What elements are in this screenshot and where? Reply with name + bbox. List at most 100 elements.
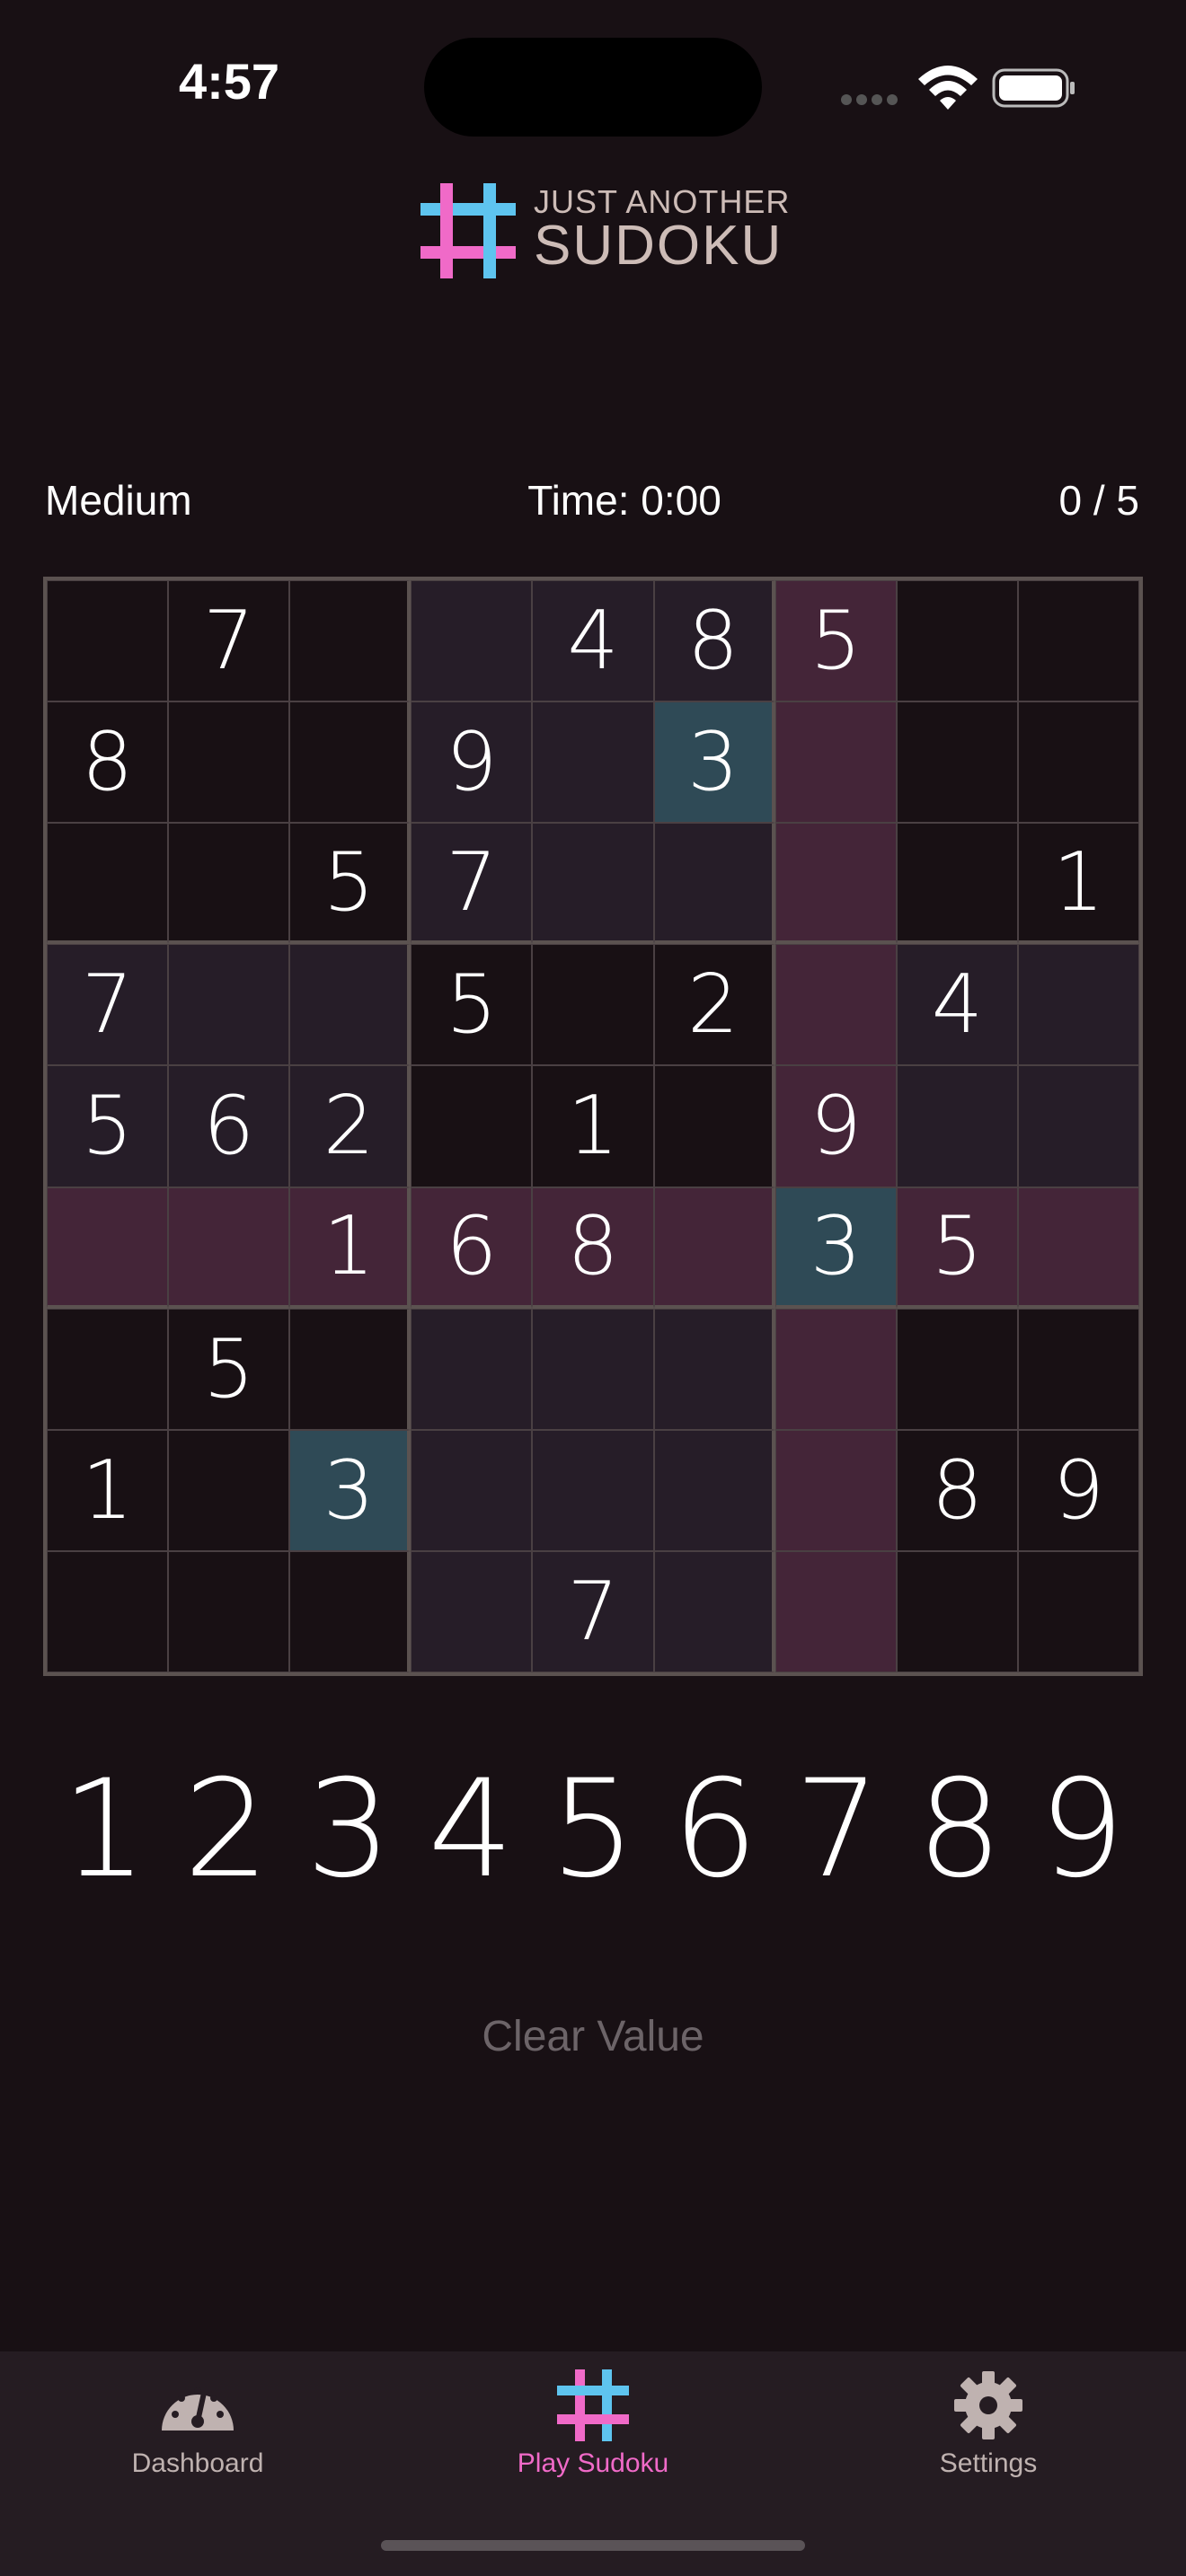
sudoku-cell-r5c9[interactable] <box>1017 1065 1139 1187</box>
sudoku-cell-r5c6[interactable] <box>653 1065 775 1187</box>
sudoku-cell-r9c6[interactable] <box>653 1550 775 1672</box>
sudoku-cell-r9c4[interactable] <box>411 1550 533 1672</box>
sudoku-cell-r1c3[interactable] <box>289 580 412 702</box>
sudoku-cell-r1c9[interactable] <box>1017 580 1139 702</box>
sudoku-cell-r8c7[interactable] <box>774 1429 897 1551</box>
tab-dashboard[interactable]: Dashboard <box>90 2369 305 2479</box>
sudoku-cell-r2c1[interactable]: 8 <box>47 701 169 824</box>
sudoku-cell-r5c4[interactable] <box>411 1065 533 1187</box>
sudoku-cell-r4c9[interactable] <box>1017 944 1139 1066</box>
sudoku-cell-r7c6[interactable] <box>653 1308 775 1430</box>
sudoku-cell-r2c6[interactable]: 3 <box>653 701 775 824</box>
sudoku-cell-r5c3[interactable]: 2 <box>289 1065 412 1187</box>
sudoku-cell-r1c6[interactable]: 8 <box>653 580 775 702</box>
sudoku-cell-r6c2[interactable] <box>168 1187 290 1309</box>
sudoku-cell-r7c9[interactable] <box>1017 1308 1139 1430</box>
sudoku-cell-r6c6[interactable] <box>653 1187 775 1309</box>
sudoku-cell-r3c2[interactable] <box>168 823 290 945</box>
sudoku-cell-r8c6[interactable] <box>653 1429 775 1551</box>
sudoku-cell-r3c8[interactable] <box>896 823 1018 945</box>
sudoku-cell-r3c3[interactable]: 5 <box>289 823 412 945</box>
sudoku-cell-r6c4[interactable]: 6 <box>411 1187 533 1309</box>
sudoku-cell-r7c4[interactable] <box>411 1308 533 1430</box>
sudoku-cell-r4c7[interactable] <box>774 944 897 1066</box>
sudoku-cell-r1c4[interactable] <box>411 580 533 702</box>
sudoku-cell-r4c8[interactable]: 4 <box>896 944 1018 1066</box>
sudoku-cell-r3c9[interactable]: 1 <box>1017 823 1139 945</box>
tab-settings[interactable]: Settings <box>881 2369 1096 2479</box>
sudoku-cell-r8c3[interactable]: 3 <box>289 1429 412 1551</box>
number-key-7[interactable]: 7 <box>776 1751 898 1908</box>
sudoku-cell-r2c9[interactable] <box>1017 701 1139 824</box>
sudoku-cell-r3c6[interactable] <box>653 823 775 945</box>
sudoku-cell-r7c3[interactable] <box>289 1308 412 1430</box>
sudoku-cell-r5c1[interactable]: 5 <box>47 1065 169 1187</box>
sudoku-cell-r9c3[interactable] <box>289 1550 412 1672</box>
sudoku-cell-r4c4[interactable]: 5 <box>411 944 533 1066</box>
sudoku-cell-r2c5[interactable] <box>532 701 654 824</box>
sudoku-cell-r7c2[interactable]: 5 <box>168 1308 290 1430</box>
number-key-2[interactable]: 2 <box>165 1751 288 1908</box>
sudoku-cell-r3c7[interactable] <box>774 823 897 945</box>
sudoku-cell-r7c1[interactable] <box>47 1308 169 1430</box>
sudoku-cell-r2c4[interactable]: 9 <box>411 701 533 824</box>
sudoku-cell-r1c5[interactable]: 4 <box>532 580 654 702</box>
tab-play-sudoku[interactable]: Play Sudoku <box>485 2369 701 2479</box>
sudoku-cell-r8c9[interactable]: 9 <box>1017 1429 1139 1551</box>
sudoku-cell-r8c1[interactable]: 1 <box>47 1429 169 1551</box>
sudoku-cell-r1c7[interactable]: 5 <box>774 580 897 702</box>
tab-label: Dashboard <box>131 2448 264 2478</box>
sudoku-cell-r8c5[interactable] <box>532 1429 654 1551</box>
sudoku-cell-r9c8[interactable] <box>896 1550 1018 1672</box>
sudoku-cell-r9c9[interactable] <box>1017 1550 1139 1672</box>
sudoku-cell-r8c4[interactable] <box>411 1429 533 1551</box>
sudoku-cell-r8c8[interactable]: 8 <box>896 1429 1018 1551</box>
number-key-5[interactable]: 5 <box>532 1751 654 1908</box>
sudoku-cell-r8c2[interactable] <box>168 1429 290 1551</box>
sudoku-cell-r4c6[interactable]: 2 <box>653 944 775 1066</box>
sudoku-cell-r2c8[interactable] <box>896 701 1018 824</box>
sudoku-cell-r4c1[interactable]: 7 <box>47 944 169 1066</box>
sudoku-cell-r9c2[interactable] <box>168 1550 290 1672</box>
number-key-4[interactable]: 4 <box>410 1751 532 1908</box>
battery-icon <box>992 68 1075 108</box>
sudoku-cell-r5c7[interactable]: 9 <box>774 1065 897 1187</box>
sudoku-cell-r1c1[interactable] <box>47 580 169 702</box>
sudoku-cell-r4c3[interactable] <box>289 944 412 1066</box>
sudoku-cell-r4c2[interactable] <box>168 944 290 1066</box>
sudoku-cell-r3c4[interactable]: 7 <box>411 823 533 945</box>
sudoku-cell-r6c8[interactable]: 5 <box>896 1187 1018 1309</box>
sudoku-cell-r5c5[interactable]: 1 <box>532 1065 654 1187</box>
clear-value-button[interactable]: Clear Value <box>413 2012 773 2061</box>
number-key-9[interactable]: 9 <box>1021 1751 1143 1908</box>
score-label: 0 / 5 <box>1058 477 1139 524</box>
sudoku-cell-r5c2[interactable]: 6 <box>168 1065 290 1187</box>
number-key-6[interactable]: 6 <box>654 1751 776 1908</box>
sudoku-cell-r2c7[interactable] <box>774 701 897 824</box>
sudoku-cell-r6c1[interactable] <box>47 1187 169 1309</box>
sudoku-cell-r3c1[interactable] <box>47 823 169 945</box>
sudoku-cell-r3c5[interactable] <box>532 823 654 945</box>
sudoku-cell-r6c3[interactable]: 1 <box>289 1187 412 1309</box>
number-key-8[interactable]: 8 <box>898 1751 1021 1908</box>
sudoku-cell-r7c5[interactable] <box>532 1308 654 1430</box>
sudoku-cell-r6c9[interactable] <box>1017 1187 1139 1309</box>
sudoku-cell-r4c5[interactable] <box>532 944 654 1066</box>
sudoku-cell-r9c5[interactable]: 7 <box>532 1550 654 1672</box>
sudoku-cell-r6c5[interactable]: 8 <box>532 1187 654 1309</box>
number-key-1[interactable]: 1 <box>43 1751 165 1908</box>
number-key-3[interactable]: 3 <box>288 1751 410 1908</box>
sudoku-cell-r1c2[interactable]: 7 <box>168 580 290 702</box>
sudoku-cell-r5c8[interactable] <box>896 1065 1018 1187</box>
sudoku-cell-r9c7[interactable] <box>774 1550 897 1672</box>
difficulty-label: Medium <box>45 477 192 524</box>
sudoku-cell-r6c7[interactable]: 3 <box>774 1187 897 1309</box>
sudoku-cell-r2c2[interactable] <box>168 701 290 824</box>
sudoku-grid: 748589357175245621916835513897 <box>43 577 1143 1676</box>
tab-label: Settings <box>939 2448 1038 2478</box>
sudoku-cell-r1c8[interactable] <box>896 580 1018 702</box>
sudoku-cell-r7c8[interactable] <box>896 1308 1018 1430</box>
sudoku-cell-r7c7[interactable] <box>774 1308 897 1430</box>
sudoku-cell-r2c3[interactable] <box>289 701 412 824</box>
sudoku-cell-r9c1[interactable] <box>47 1550 169 1672</box>
